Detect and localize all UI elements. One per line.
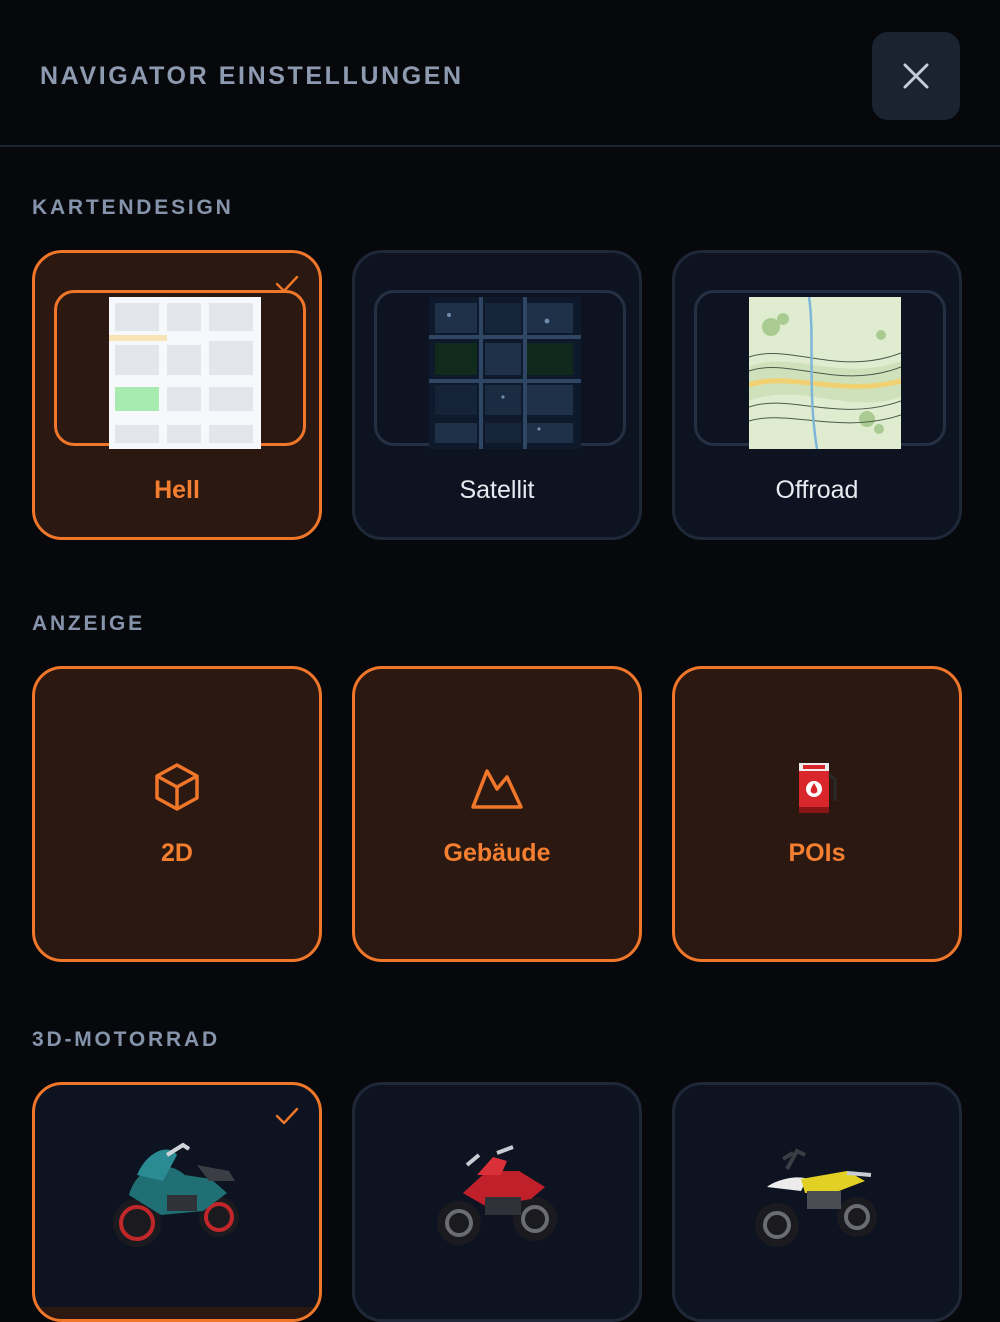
map-style-hell[interactable]: Hell	[32, 250, 322, 540]
map-preview-frame	[374, 290, 626, 449]
display-option-label: 2D	[161, 839, 193, 867]
display-toggle-2d[interactable]: 2D	[32, 666, 322, 962]
display-toggle-pois[interactable]: POIs	[672, 666, 962, 962]
map-style-label: Offroad	[775, 476, 859, 504]
display-toggle-buildings[interactable]: Gebäude	[352, 666, 642, 962]
section-label-map-design: KARTENDESIGN	[32, 196, 234, 219]
map-thumbnail-light	[109, 297, 261, 449]
header: NAVIGATOR EINSTELLUNGEN	[0, 0, 1000, 147]
map-style-label: Satellit	[459, 476, 535, 504]
selection-indicator	[35, 1307, 319, 1319]
naked-bike-image	[437, 1145, 557, 1245]
map-thumbnail-satellite	[429, 297, 581, 449]
map-preview-frame	[694, 290, 946, 449]
fuel-pump-icon	[799, 763, 837, 813]
checkmark-icon	[275, 275, 299, 293]
cube-icon	[155, 763, 199, 811]
checkmark-icon	[275, 1107, 299, 1125]
display-option-label: Gebäude	[443, 839, 551, 867]
map-preview-frame	[54, 290, 306, 449]
motorcycle-option-sport[interactable]	[32, 1082, 322, 1322]
map-style-offroad[interactable]: Offroad	[672, 250, 962, 540]
sport-bike-image	[113, 1142, 239, 1247]
display-option-label: POIs	[788, 839, 846, 867]
motorcycle-option-naked[interactable]	[352, 1082, 642, 1322]
mountain-icon	[471, 769, 523, 809]
enduro-bike-image	[755, 1148, 877, 1247]
motorcycle-option-enduro[interactable]	[672, 1082, 962, 1322]
section-label-display: ANZEIGE	[32, 612, 145, 635]
close-icon	[903, 63, 929, 89]
map-style-label: Hell	[154, 476, 200, 504]
map-thumbnail-offroad	[749, 297, 901, 449]
close-button[interactable]	[872, 32, 960, 120]
section-label-motorcycle: 3D-MOTORRAD	[32, 1028, 220, 1051]
map-style-satellit[interactable]: Satellit	[352, 250, 642, 540]
page-title: NAVIGATOR EINSTELLUNGEN	[40, 62, 464, 90]
